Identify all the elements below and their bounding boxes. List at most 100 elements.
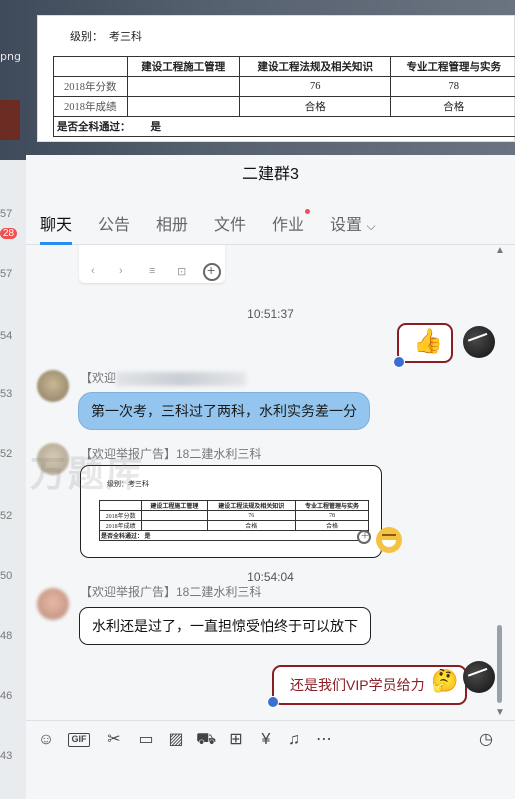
scrollbar-thumb[interactable] <box>497 625 502 703</box>
bag-icon[interactable]: ⛟ <box>196 730 216 750</box>
table-header-row: 建设工程施工管理 建设工程法规及相关知识 专业工程管理与实务 <box>53 56 515 77</box>
menu-icon: ≡ <box>149 265 156 277</box>
clock-icon[interactable]: ◷ <box>476 730 496 750</box>
tab-announcement[interactable]: 公告 <box>98 211 130 235</box>
score-table: 建设工程施工管理 建设工程法规及相关知识 专业工程管理与实务 2018年分数 7… <box>53 56 515 137</box>
smile-icon[interactable]: ☺ <box>36 730 56 750</box>
notification-dot <box>305 209 311 214</box>
watermark-logo: 万题库 <box>30 445 144 497</box>
pass-value: 是 <box>144 534 151 540</box>
header-cell: 专业工程管理与实务 <box>294 500 370 511</box>
bell-icon[interactable]: ♫ <box>284 730 304 750</box>
tab-settings[interactable]: 设置 ⌵ <box>330 211 376 235</box>
blurred-name <box>116 371 247 386</box>
member-avatar[interactable] <box>37 370 69 402</box>
conversation-time: 53 <box>0 388 13 400</box>
self-message-bubble[interactable]: 还是我们VIP学员给力 🤔 <box>272 665 467 705</box>
table-row: 2018年成绩 合格 合格 <box>98 520 370 531</box>
table-cell: 2018年成绩 <box>98 520 143 531</box>
level-value: 考三科 <box>109 31 142 43</box>
mini-score-table: 建设工程施工管理 建设工程法规及相关知识 专业工程管理与实务 2018年分数 7… <box>98 500 370 541</box>
self-avatar[interactable] <box>463 326 495 358</box>
table-cell: 合格 <box>239 96 392 117</box>
conversation-time: 52 <box>0 510 13 522</box>
sender-name: 【欢迎 <box>80 369 247 386</box>
table-cell: 合格 <box>294 520 370 531</box>
scissors-icon[interactable]: ✂ <box>104 730 124 750</box>
table-cell: 合格 <box>390 96 515 117</box>
conversation-time: 43 <box>0 750 13 762</box>
table-cell <box>126 96 241 117</box>
table-row: 是否全科通过： 是 <box>99 530 369 541</box>
header-cell: 专业工程管理与实务 <box>390 56 515 77</box>
zoom-in-icon[interactable] <box>203 262 221 281</box>
conversation-time: 54 <box>0 330 13 342</box>
table-row: 是否全科通过： 是 <box>53 116 515 137</box>
header-cell: 建设工程法规及相关知识 <box>239 56 392 77</box>
red-packet-icon[interactable]: ¥ <box>256 730 276 750</box>
tab-chat[interactable]: 聊天 <box>40 211 73 245</box>
self-message-text: 还是我们VIP学员给力 <box>290 677 425 693</box>
score-screenshot: 级别： 考三科 建设工程施工管理 建设工程法规及相关知识 专业工程管理与实务 20… <box>37 15 515 142</box>
header-cell: 建设工程施工管理 <box>141 500 208 511</box>
vip-badge-icon <box>393 356 405 368</box>
tab-settings-label: 设置 <box>330 217 363 234</box>
table-cell: 2018年分数 <box>53 76 128 97</box>
pass-cell: 是否全科通过： 是 <box>99 530 369 541</box>
conversation-list-strip[interactable]: 57 28 57 54 53 52 52 50 48 46 43 <box>0 160 26 799</box>
level-label: 级别： <box>70 31 103 43</box>
header-cell <box>53 56 128 77</box>
image-icon[interactable]: ▨ <box>166 730 186 750</box>
table-cell: 76 <box>239 76 392 97</box>
more-icon[interactable]: ⋯ <box>314 730 334 750</box>
self-avatar[interactable] <box>463 661 495 693</box>
tab-homework[interactable]: 作业 <box>272 209 311 235</box>
self-sticker-bubble[interactable]: 👍 <box>397 323 453 363</box>
header-cell: 建设工程施工管理 <box>126 56 241 77</box>
message-list[interactable]: ‹ › ≡ ⊡ 10:51:37 👍 【欢迎 第一次考，三科过了两科，水利实务差… <box>26 245 515 720</box>
conversation-time: 57 <box>0 268 13 280</box>
desktop-thumbnail <box>0 100 20 140</box>
table-row: 2018年分数 76 78 <box>98 510 370 521</box>
thinking-emoji-icon: 🤔 <box>431 668 459 693</box>
header-cell: 建设工程法规及相关知识 <box>206 500 296 511</box>
gif-icon[interactable]: GIF <box>68 733 90 747</box>
pass-value: 是 <box>150 122 162 133</box>
message-timestamp: 10:54:04 <box>247 570 294 584</box>
pass-label: 是否全科通过： <box>101 534 144 540</box>
member-avatar[interactable] <box>37 588 69 620</box>
window-icon: ⊡ <box>177 266 187 278</box>
file-label: png <box>0 50 21 63</box>
folder-icon[interactable]: ▭ <box>136 730 156 750</box>
scroll-down-icon[interactable]: ▼ <box>495 707 505 718</box>
table-row: 2018年分数 76 78 <box>53 76 515 97</box>
message-bubble[interactable]: 水利还是过了，一直担惊受怕终于可以放下 <box>79 607 371 645</box>
conversation-time: 50 <box>0 570 13 582</box>
conversation-time: 48 <box>0 630 13 642</box>
tab-homework-label: 作业 <box>272 217 305 234</box>
zoom-in-icon[interactable] <box>357 529 371 545</box>
vip-badge-icon <box>267 696 279 708</box>
table-cell: 合格 <box>206 520 296 531</box>
window-title: 二建群3 <box>242 166 299 183</box>
tab-files[interactable]: 文件 <box>214 211 246 235</box>
message-timestamp: 10:51:37 <box>247 307 294 321</box>
table-cell: 78 <box>294 510 370 521</box>
input-toolbar: ☺ GIF ✂ ▭ ▨ ⛟ ⊞ ¥ ♫ ⋯ ◷ <box>26 720 515 760</box>
tab-album[interactable]: 相册 <box>156 211 188 235</box>
gift-icon[interactable]: ⊞ <box>226 730 246 750</box>
chevron-down-icon: ⌵ <box>366 219 376 233</box>
table-cell: 78 <box>390 76 515 97</box>
table-cell <box>141 510 208 521</box>
table-header-row: 建设工程施工管理 建设工程法规及相关知识 专业工程管理与实务 <box>98 500 370 511</box>
pass-cell: 是否全科通过： 是 <box>53 116 515 137</box>
link-card-message[interactable]: ‹ › ≡ ⊡ <box>79 245 225 283</box>
message-bubble[interactable]: 第一次考，三科过了两科，水利实务差一分 <box>78 392 370 430</box>
scroll-up-icon[interactable]: ▲ <box>495 245 505 256</box>
message-input[interactable] <box>26 760 515 799</box>
table-cell: 2018年成绩 <box>53 96 128 117</box>
tab-bar: 聊天 公告 相册 文件 作业 设置 ⌵ <box>26 203 515 245</box>
level-line: 级别： 考三科 <box>70 28 142 44</box>
laughing-emoji-icon <box>376 527 402 553</box>
unread-badge: 28 <box>0 228 18 239</box>
